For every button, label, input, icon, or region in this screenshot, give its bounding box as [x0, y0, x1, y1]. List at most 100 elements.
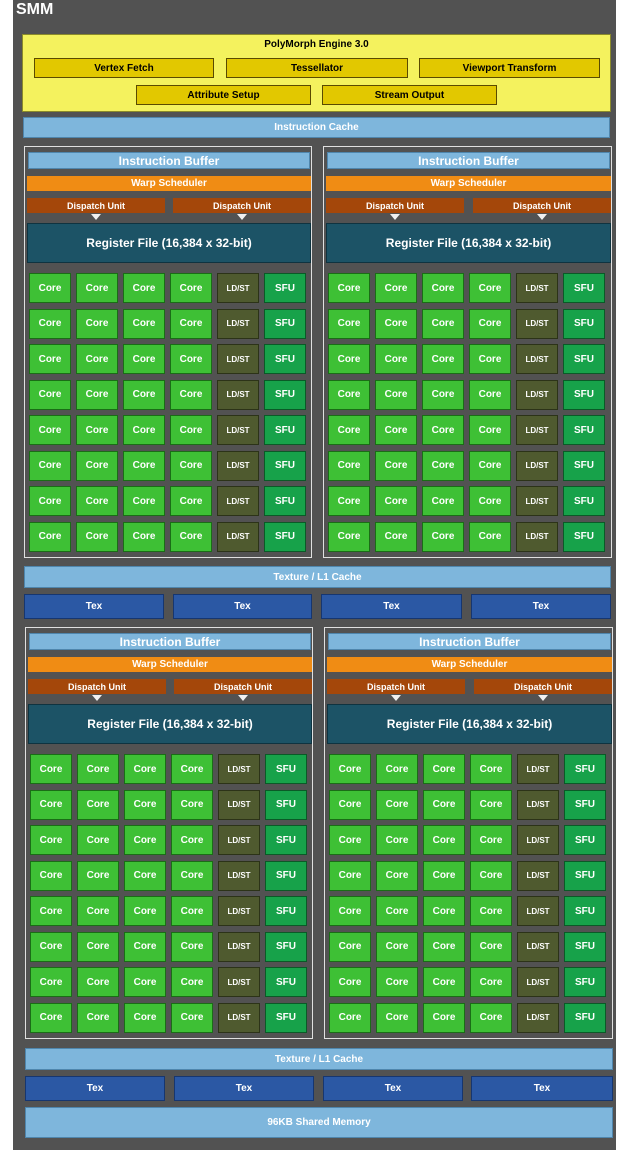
core-cell: Core [328, 521, 370, 552]
core-cell: Core [76, 308, 118, 339]
core-cell: Core [171, 825, 213, 855]
dispatch-unit: Dispatch Unit [173, 198, 311, 213]
instruction-buffer: Instruction Buffer [328, 633, 611, 650]
core-cell: Core [124, 860, 166, 891]
polymorph-engine-title: PolyMorph Engine 3.0 [264, 38, 369, 50]
core-cell: Core [124, 1002, 166, 1033]
ldst-cell: LD/ST [217, 415, 259, 445]
ldst-cell: LD/ST [517, 754, 559, 784]
core-cell: Core [328, 308, 370, 339]
core-cell: Core [171, 931, 213, 962]
core-cell: Core [76, 415, 118, 445]
core-cell: Core [170, 486, 212, 516]
sfu-cell: SFU [564, 754, 606, 784]
core-cell: Core [375, 273, 417, 303]
instruction-cache: Instruction Cache [23, 117, 610, 138]
sfu-cell: SFU [563, 521, 605, 552]
sfu-cell: SFU [264, 415, 306, 445]
core-cell: Core [329, 896, 371, 926]
ldst-cell: LD/ST [218, 789, 260, 820]
core-cell: Core [422, 308, 464, 339]
ldst-cell: LD/ST [517, 860, 559, 891]
core-cell: Core [29, 415, 71, 445]
ldst-cell: LD/ST [516, 521, 558, 552]
core-cell: Core [469, 379, 511, 410]
core-cell: Core [170, 308, 212, 339]
core-cell: Core [123, 486, 165, 516]
core-cell: Core [77, 967, 119, 997]
register-file: Register File (16,384 x 32-bit) [28, 704, 312, 744]
core-cell: Core [423, 896, 465, 926]
core-cell: Core [77, 896, 119, 926]
core-cell: Core [29, 273, 71, 303]
dispatch-unit: Dispatch Unit [174, 679, 312, 694]
ldst-cell: LD/ST [517, 896, 559, 926]
core-cell: Core [170, 450, 212, 481]
core-cell: Core [76, 486, 118, 516]
core-cell: Core [422, 273, 464, 303]
core-cell: Core [76, 450, 118, 481]
ldst-cell: LD/ST [218, 1002, 260, 1033]
core-cell: Core [469, 415, 511, 445]
core-cell: Core [329, 754, 371, 784]
core-cell: Core [328, 344, 370, 374]
core-cell: Core [124, 789, 166, 820]
ldst-cell: LD/ST [217, 450, 259, 481]
core-cell: Core [124, 896, 166, 926]
core-cell: Core [77, 754, 119, 784]
core-cell: Core [328, 273, 370, 303]
core-cell: Core [376, 1002, 418, 1033]
sfu-cell: SFU [564, 896, 606, 926]
core-cell: Core [469, 486, 511, 516]
smm-title: SMM [16, 1, 54, 18]
sfu-cell: SFU [265, 789, 307, 820]
core-cell: Core [170, 415, 212, 445]
ldst-cell: LD/ST [218, 967, 260, 997]
core-cell: Core [422, 521, 464, 552]
core-cell: Core [29, 308, 71, 339]
ldst-cell: LD/ST [217, 308, 259, 339]
sfu-cell: SFU [264, 308, 306, 339]
core-cell: Core [30, 789, 72, 820]
tex-unit-5: Tex [25, 1076, 165, 1101]
core-cell: Core [422, 486, 464, 516]
sfu-cell: SFU [265, 931, 307, 962]
ldst-cell: LD/ST [218, 754, 260, 784]
core-cell: Core [375, 344, 417, 374]
core-cell: Core [329, 860, 371, 891]
core-cell: Core [375, 486, 417, 516]
ldst-cell: LD/ST [517, 967, 559, 997]
sfu-cell: SFU [264, 273, 306, 303]
core-cell: Core [171, 1002, 213, 1033]
down-arrow-icon [390, 214, 400, 220]
core-cell: Core [170, 273, 212, 303]
core-cell: Core [30, 1002, 72, 1033]
ldst-cell: LD/ST [218, 931, 260, 962]
stream-output-unit: Stream Output [322, 85, 497, 105]
sfu-cell: SFU [264, 344, 306, 374]
core-cell: Core [423, 931, 465, 962]
down-arrow-icon [91, 214, 101, 220]
core-cell: Core [376, 860, 418, 891]
core-cell: Core [376, 931, 418, 962]
core-cell: Core [470, 825, 512, 855]
core-cell: Core [76, 379, 118, 410]
sfu-cell: SFU [563, 273, 605, 303]
down-arrow-icon [538, 695, 548, 701]
core-cell: Core [469, 273, 511, 303]
ldst-cell: LD/ST [517, 931, 559, 962]
down-arrow-icon [237, 214, 247, 220]
ldst-cell: LD/ST [218, 825, 260, 855]
core-cell: Core [376, 789, 418, 820]
sfu-cell: SFU [264, 450, 306, 481]
core-cell: Core [423, 1002, 465, 1033]
instruction-buffer: Instruction Buffer [327, 152, 610, 169]
core-cell: Core [470, 1002, 512, 1033]
core-cell: Core [376, 754, 418, 784]
core-cell: Core [470, 754, 512, 784]
core-cell: Core [328, 486, 370, 516]
core-cell: Core [375, 415, 417, 445]
core-cell: Core [171, 789, 213, 820]
core-cell: Core [30, 825, 72, 855]
processing-block-4: Instruction Buffer Warp Scheduler Dispatch… [324, 627, 613, 1039]
